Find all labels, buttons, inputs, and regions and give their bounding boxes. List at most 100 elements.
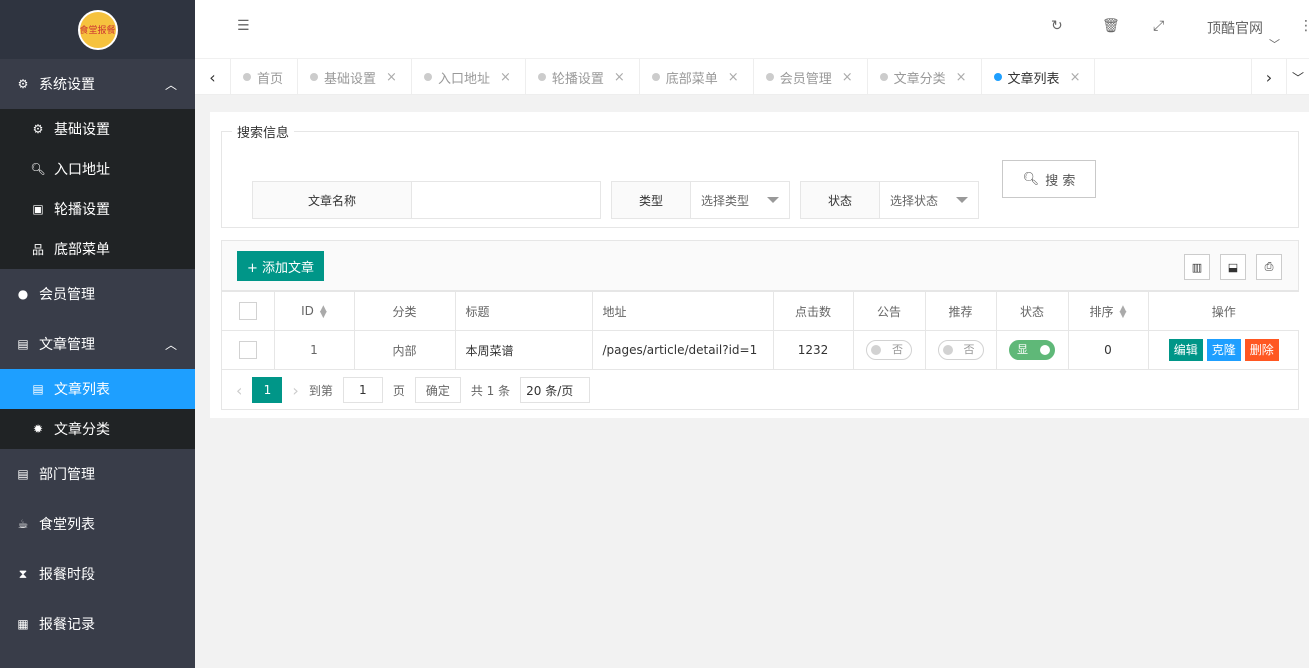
tab-carousel[interactable]: 轮播设置 ×	[526, 59, 640, 95]
trash-icon[interactable]: 🗑︎	[1102, 18, 1120, 34]
fullscreen-icon[interactable]: ⤢	[1153, 18, 1164, 34]
table-header-row: ID ▲ ▼ 分类 标题 地址 点击数 公告 推荐 状态 排序 ▲ ▼ 操作	[222, 291, 1299, 331]
nav-carousel[interactable]: ▣ 轮播设置	[0, 189, 195, 229]
tabs-menu-icon[interactable]: ﹀	[1287, 59, 1309, 95]
export-icon[interactable]: ⬓	[1220, 254, 1246, 280]
nav-articles[interactable]: ▤ 文章管理 ︿	[0, 319, 195, 369]
delete-button[interactable]: 删除	[1244, 339, 1279, 361]
tab-dot	[651, 73, 660, 81]
goto-label: 到第	[308, 383, 333, 398]
cell-category: 内部	[353, 330, 456, 370]
collapse-menu-icon[interactable]: ☰	[237, 18, 250, 34]
status-label: 状态	[801, 182, 880, 218]
hourglass-icon: ⧗	[18, 566, 28, 581]
goto-input[interactable]: 1	[342, 377, 383, 403]
tab-members[interactable]: 会员管理 ×	[754, 59, 868, 95]
th-category: 分类	[353, 291, 456, 331]
page-1[interactable]: 1	[252, 377, 283, 403]
chevron-up-icon: ︿	[164, 78, 177, 92]
th-status: 状态	[995, 291, 1069, 331]
columns-icon[interactable]: ▥	[1184, 254, 1210, 280]
tab-basic-settings[interactable]: 基础设置 ×	[298, 59, 412, 95]
logo: 食堂报餐	[0, 0, 195, 59]
status-select[interactable]: 选择状态	[880, 182, 978, 218]
notice-switch[interactable]: 否	[866, 340, 912, 360]
more-icon[interactable]: ⋮	[1299, 18, 1309, 34]
next-page-icon[interactable]: ›	[292, 381, 298, 400]
nav-meal-records[interactable]: ▦ 报餐记录	[0, 599, 195, 649]
nav-meal-periods[interactable]: ⧗ 报餐时段	[0, 549, 195, 599]
search-icon: 🔍︎	[30, 162, 46, 176]
site-name[interactable]: 顶酷官网	[1207, 18, 1263, 38]
sort-icon[interactable]: ▲ ▼	[320, 304, 327, 319]
chevron-down-icon[interactable]: ﹀	[1269, 36, 1280, 52]
tab-dot	[993, 73, 1002, 81]
close-icon[interactable]: ×	[728, 70, 739, 85]
nav-article-list[interactable]: ▤ 文章列表	[0, 369, 195, 409]
close-icon[interactable]: ×	[614, 70, 625, 85]
nav-basic-settings[interactable]: ⚙ 基础设置	[0, 109, 195, 149]
th-notice: 公告	[852, 291, 926, 331]
system-submenu: ⚙ 基础设置 🔍︎ 入口地址 ▣ 轮播设置 品底部菜单	[0, 109, 195, 269]
nav-system-settings[interactable]: ⚙ 系统设置 ︿	[0, 59, 195, 109]
cup-icon: ☕	[17, 517, 29, 531]
th-url: 地址	[591, 291, 774, 331]
tab-dot	[310, 73, 319, 81]
total-count: 共 1 条	[470, 383, 511, 398]
tabs-next-icon[interactable]: ›	[1251, 59, 1287, 95]
prev-page-icon[interactable]: ‹	[236, 381, 242, 400]
close-icon[interactable]: ×	[956, 70, 967, 85]
tab-article-category[interactable]: 文章分类 ×	[868, 59, 982, 95]
close-icon[interactable]: ×	[500, 70, 511, 85]
cell-title: 本周菜谱	[454, 330, 593, 370]
newspaper-icon: ▤	[32, 382, 44, 396]
nav-departments[interactable]: ▤ 部门管理	[0, 449, 195, 499]
top-bar: ☰ ↻ 🗑︎ ⤢ 顶酷官网 ﹀ ⋮	[195, 0, 1309, 59]
tab-entry-url[interactable]: 入口地址 ×	[412, 59, 526, 95]
print-icon[interactable]: ⎙	[1256, 254, 1282, 280]
image-icon: ▣	[32, 202, 44, 216]
nav-article-category[interactable]: ✹ 文章分类	[0, 409, 195, 449]
sidebar: 食堂报餐 ⚙ 系统设置 ︿ ⚙ 基础设置 🔍︎ 入口地址 ▣ 轮播设置 品底部菜单 ● 会员…	[0, 0, 195, 668]
name-label: 文章名称	[253, 182, 412, 218]
recommend-switch[interactable]: 否	[937, 340, 984, 360]
th-id: ID	[301, 304, 314, 318]
clone-button[interactable]: 克隆	[1206, 339, 1241, 361]
close-icon[interactable]: ×	[842, 70, 853, 85]
status-filter: 状态 选择状态	[800, 181, 979, 219]
nav-canteens[interactable]: ☕ 食堂列表	[0, 499, 195, 549]
select-all-checkbox[interactable]	[238, 302, 257, 320]
th-title: 标题	[454, 291, 593, 331]
edit-button[interactable]: 编辑	[1168, 339, 1203, 361]
cell-id: 1	[273, 330, 355, 370]
tab-home[interactable]: 首页	[231, 59, 299, 95]
nav-bottom-menu[interactable]: 品底部菜单	[0, 229, 195, 269]
tab-bar: ‹ 首页 基础设置 × 入口地址 × 轮播设置 × 底部菜单 × 会员管理 × 文章分类 ×…	[195, 59, 1309, 95]
add-article-button[interactable]: + 添加文章	[237, 251, 325, 281]
tabs-prev-icon[interactable]: ‹	[195, 59, 231, 95]
per-page-select[interactable]: 20 条/页	[520, 377, 591, 403]
type-select[interactable]: 选择类型	[691, 182, 789, 218]
tab-bottom-menu[interactable]: 底部菜单 ×	[640, 59, 754, 95]
user-icon: ●	[17, 287, 29, 301]
table-toolbar: + 添加文章 ▥ ⬓ ⎙	[222, 241, 1298, 291]
table-icon: ▦	[17, 617, 29, 631]
name-input[interactable]	[412, 182, 600, 218]
close-icon[interactable]: ×	[386, 70, 397, 85]
sort-icon[interactable]: ▲ ▼	[1120, 305, 1127, 320]
caret-down-icon	[767, 197, 779, 203]
search-button[interactable]: 🔍︎ 搜 索	[1002, 160, 1096, 198]
tab-article-list[interactable]: 文章列表 ×	[982, 59, 1096, 95]
refresh-icon[interactable]: ↻	[1051, 18, 1063, 34]
close-icon[interactable]: ×	[1070, 70, 1081, 85]
tab-dot	[243, 73, 251, 81]
article-submenu: ▤ 文章列表 ✹ 文章分类	[0, 369, 195, 449]
row-checkbox[interactable]	[238, 341, 257, 359]
th-sort: 排序	[1089, 304, 1114, 319]
nav-members[interactable]: ● 会员管理	[0, 269, 195, 319]
tab-dot	[765, 73, 774, 81]
gear-icon: ⚙	[32, 122, 44, 136]
confirm-button[interactable]: 确定	[414, 377, 461, 403]
nav-entry-url[interactable]: 🔍︎ 入口地址	[0, 149, 195, 189]
status-switch[interactable]: 显	[1009, 340, 1055, 360]
